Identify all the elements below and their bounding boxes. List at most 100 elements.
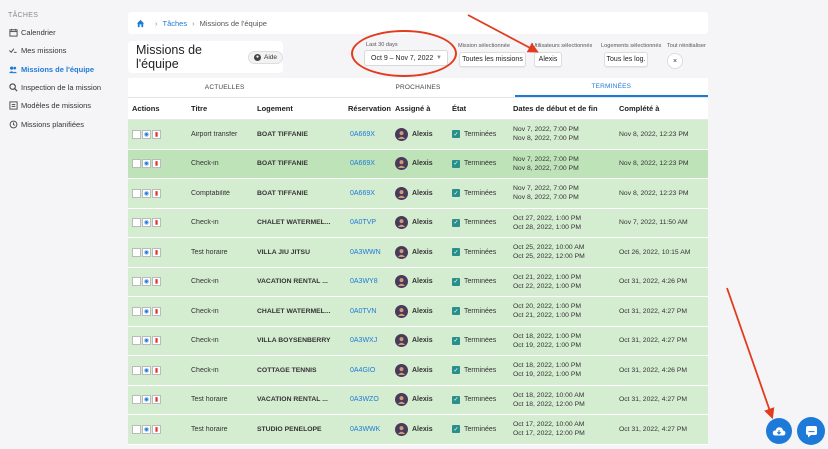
table-row[interactable]: ◉ ▮ Comptabilité BOAT TIFFANIE 0A669X Alexis ✓…: [128, 179, 708, 209]
delete-icon[interactable]: ▮: [152, 218, 161, 228]
delete-icon[interactable]: ▮: [152, 247, 161, 257]
table-row[interactable]: ◉ ▮ Airport transfer BOAT TIFFANIE 0A669X Ale…: [128, 120, 708, 150]
sidebar-item-calendrier[interactable]: Calendrier: [8, 25, 56, 39]
view-icon[interactable]: ◉: [142, 424, 151, 434]
header-reservation[interactable]: Réservation: [338, 104, 395, 113]
tab-terminees[interactable]: TERMINÉES: [514, 78, 708, 97]
sidebar-item-mes-missions[interactable]: Mes missions: [8, 43, 66, 57]
view-icon[interactable]: ◉: [142, 365, 151, 375]
cell-reservation-link[interactable]: 0A669X: [338, 190, 395, 197]
select-checkbox[interactable]: [132, 306, 141, 316]
cell-reservation-link[interactable]: 0A3WZO: [338, 396, 395, 403]
cell-reservation-link[interactable]: 0A3WY8: [338, 278, 395, 285]
tabs-bar: ACTUELLES PROCHAINES TERMINÉES: [128, 78, 708, 98]
users-filter-button[interactable]: Alexis: [534, 52, 562, 67]
header-logement[interactable]: Logement: [257, 104, 338, 113]
end-date: Oct 25, 2022, 12:00 PM: [513, 253, 585, 261]
avatar: [395, 157, 408, 171]
select-checkbox[interactable]: [132, 188, 141, 198]
delete-icon[interactable]: ▮: [152, 365, 161, 375]
table-row[interactable]: ◉ ▮ Check-in CHALET WATERMEL... 0A0TVN Alexis…: [128, 297, 708, 327]
view-icon[interactable]: ◉: [142, 306, 151, 316]
chat-button[interactable]: [797, 417, 825, 445]
start-date: Nov 7, 2022, 7:00 PM: [513, 155, 579, 163]
breadcrumb-link-taches[interactable]: Tâches: [163, 19, 188, 28]
select-checkbox[interactable]: [132, 218, 141, 228]
select-checkbox[interactable]: [132, 395, 141, 405]
view-icon[interactable]: ◉: [142, 159, 151, 169]
table-row[interactable]: ◉ ▮ Test horaire STUDIO PENELOPE 0A3WWK Alexi…: [128, 415, 708, 445]
cell-reservation-link[interactable]: 0A0TVP: [338, 219, 395, 226]
view-icon[interactable]: ◉: [142, 277, 151, 287]
cell-dates: Nov 7, 2022, 7:00 PM Nov 8, 2022, 7:00 PM: [513, 184, 619, 202]
header-assigne[interactable]: Assigné à: [395, 104, 452, 113]
select-checkbox[interactable]: [132, 336, 141, 346]
sidebar-item-inspection[interactable]: Inspection de la mission: [8, 80, 101, 94]
cell-titre: Check-in: [191, 278, 219, 286]
table-row[interactable]: ◉ ▮ Check-in VACATION RENTAL ... 0A3WY8 Alexi…: [128, 267, 708, 297]
annotation-oval: [351, 30, 457, 77]
select-checkbox[interactable]: [132, 365, 141, 375]
header-etat[interactable]: État: [452, 104, 513, 113]
cell-reservation-link[interactable]: 0A4GIO: [338, 367, 395, 374]
select-checkbox[interactable]: [132, 277, 141, 287]
view-icon[interactable]: ◉: [142, 247, 151, 257]
header-complete[interactable]: Complété à: [619, 104, 708, 113]
cell-dates: Oct 17, 2022, 10:00 AM Oct 17, 2022, 12:0…: [513, 420, 619, 438]
delete-icon[interactable]: ▮: [152, 336, 161, 346]
sidebar-item-label: Missions de l'équipe: [21, 64, 95, 74]
delete-icon[interactable]: ▮: [152, 129, 161, 139]
mission-filter-label: Mission sélectionnée: [458, 43, 510, 49]
cell-reservation-link[interactable]: 0A3WWK: [338, 426, 395, 433]
download-button[interactable]: [766, 418, 792, 444]
check-icon: ✓: [452, 189, 460, 198]
cell-reservation-link[interactable]: 0A669X: [338, 131, 395, 138]
cell-complete: Oct 31, 2022, 4:27 PM: [619, 307, 688, 315]
help-button[interactable]: ● Aide: [247, 50, 283, 64]
logements-filter-button[interactable]: Tous les log.: [604, 52, 648, 67]
cell-reservation-link[interactable]: 0A669X: [338, 160, 395, 167]
sidebar-item-label: Calendrier: [21, 27, 56, 37]
tab-actuelles[interactable]: ACTUELLES: [128, 78, 321, 97]
table-row[interactable]: ◉ ▮ Check-in BOAT TIFFANIE 0A669X Alexis ✓ Term…: [128, 149, 708, 179]
sidebar-item-missions-equipe[interactable]: Missions de l'équipe: [8, 62, 94, 76]
cell-logement: BOAT TIFFANIE: [257, 160, 308, 168]
home-icon[interactable]: [136, 19, 145, 28]
cell-reservation-link[interactable]: 0A3WWN: [338, 249, 395, 256]
view-icon[interactable]: ◉: [142, 336, 151, 346]
table-row[interactable]: ◉ ▮ Check-in COTTAGE TENNIS 0A4GIO Alexis ✓ Ter…: [128, 356, 708, 386]
users-filter-label: Utilisateurs sélectionnés: [532, 43, 593, 49]
sidebar-item-modeles[interactable]: Modèles de missions: [8, 98, 91, 112]
delete-icon[interactable]: ▮: [152, 188, 161, 198]
select-checkbox[interactable]: [132, 159, 141, 169]
sidebar-item-planifiees[interactable]: Missions planifiées: [8, 117, 84, 131]
delete-icon[interactable]: ▮: [152, 424, 161, 434]
end-date: Oct 22, 2022, 1:00 PM: [513, 282, 582, 290]
close-icon: ×: [672, 57, 678, 65]
table-row[interactable]: ◉ ▮ Test horaire VILLA JIU JITSU 0A3WWN Alexi…: [128, 238, 708, 268]
view-icon[interactable]: ◉: [142, 129, 151, 139]
select-checkbox[interactable]: [132, 247, 141, 257]
view-icon[interactable]: ◉: [142, 218, 151, 228]
view-icon[interactable]: ◉: [142, 395, 151, 405]
status-text: Terminées: [464, 278, 497, 286]
tab-prochaines[interactable]: PROCHAINES: [321, 78, 514, 97]
select-checkbox[interactable]: [132, 424, 141, 434]
reset-filters-button[interactable]: ×: [667, 53, 683, 69]
table-row[interactable]: ◉ ▮ Test horaire VACATION RENTAL ... 0A3WZO A…: [128, 385, 708, 415]
delete-icon[interactable]: ▮: [152, 395, 161, 405]
select-checkbox[interactable]: [132, 129, 141, 139]
header-titre[interactable]: Titre: [191, 104, 257, 113]
delete-icon[interactable]: ▮: [152, 277, 161, 287]
delete-icon[interactable]: ▮: [152, 159, 161, 169]
view-icon[interactable]: ◉: [142, 188, 151, 198]
cell-assigne: Alexis: [395, 186, 452, 200]
status-text: Terminées: [464, 189, 497, 197]
table-row[interactable]: ◉ ▮ Check-in VILLA BOYSENBERRY 0A3WXJ Alexis ✓…: [128, 326, 708, 356]
table-row[interactable]: ◉ ▮ Check-in CHALET WATERMEL... 0A0TVP Alexis…: [128, 208, 708, 238]
mission-filter-button[interactable]: Toutes les missions: [459, 52, 526, 67]
cell-reservation-link[interactable]: 0A3WXJ: [338, 337, 395, 344]
delete-icon[interactable]: ▮: [152, 306, 161, 316]
cell-reservation-link[interactable]: 0A0TVN: [338, 308, 395, 315]
header-dates[interactable]: Dates de début et de fin: [513, 104, 619, 113]
